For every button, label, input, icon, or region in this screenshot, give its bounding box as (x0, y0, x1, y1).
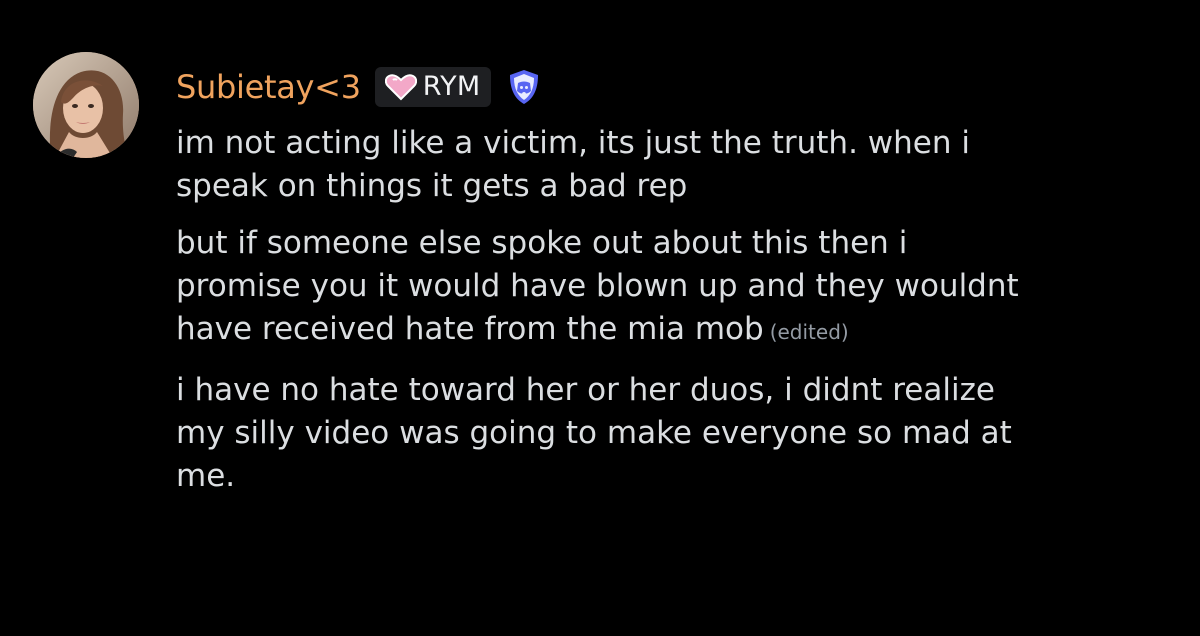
message-group: Subietay<3 RYM im not acting like a vict… (0, 0, 1200, 636)
server-tag[interactable]: RYM (374, 67, 491, 107)
message-2-text: but if someone else spoke out about this… (176, 225, 1019, 347)
avatar-photo-icon (33, 52, 139, 158)
discord-shield-badge-icon[interactable] (507, 68, 541, 106)
user-avatar[interactable] (33, 52, 139, 158)
pink-heart-icon (384, 74, 417, 101)
message-text: im not acting like a victim, its just th… (176, 122, 1176, 208)
server-tag-label: RYM (422, 71, 481, 102)
message-content: Subietay<3 RYM im not acting like a vict… (176, 62, 1176, 498)
message-text: i have no hate toward her or her duos, i… (176, 369, 1176, 498)
username[interactable]: Subietay<3 (176, 62, 361, 112)
message-3-text: i have no hate toward her or her duos, i… (176, 372, 1012, 494)
message-text: but if someone else spoke out about this… (176, 222, 1176, 354)
message-1-text: im not acting like a victim, its just th… (176, 125, 970, 204)
edited-indicator: (edited) (769, 320, 849, 344)
message-header: Subietay<3 RYM (176, 62, 1176, 112)
